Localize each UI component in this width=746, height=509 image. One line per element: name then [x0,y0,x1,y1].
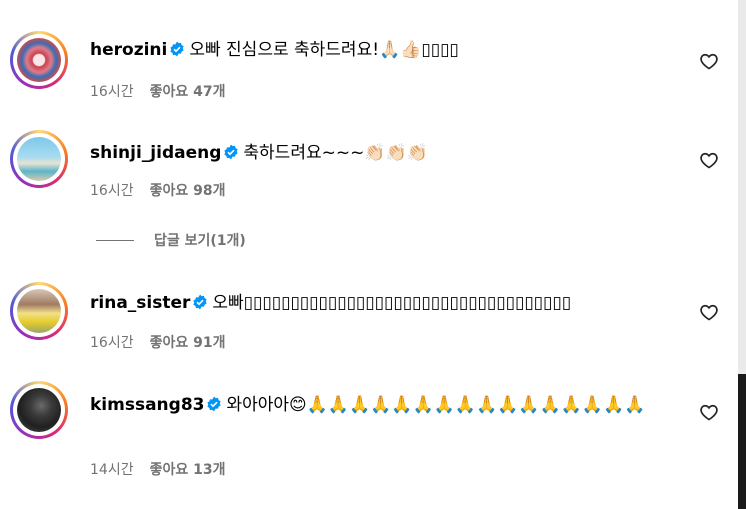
verified-badge-icon [207,396,222,412]
comment-likes[interactable]: 좋아요 91개 [150,335,226,351]
avatar[interactable] [10,381,68,439]
heart-outline-icon[interactable] [699,150,719,170]
comment-meta: 16시간 좋아요 47개 [90,81,241,101]
comment-time[interactable]: 16시간 [90,335,134,351]
comment-text: 축하드려요~~~👏🏻👏🏻👏🏻 [243,143,428,163]
comment-content: shinji_jidaeng 축하드려요~~~👏🏻👏🏻👏🏻 [90,139,668,168]
heart-outline-icon[interactable] [699,51,719,71]
comment-time[interactable]: 14시간 [90,462,134,478]
comment-text: 오빠▯▯▯▯▯▯▯▯▯▯▯▯▯▯▯▯▯▯▯▯▯▯▯▯▯▯▯▯▯▯▯▯▯▯▯ [212,293,572,313]
avatar[interactable] [10,282,68,340]
comment-likes[interactable]: 좋아요 47개 [150,84,226,100]
window-edge-dark [738,374,746,509]
view-replies-button[interactable]: 답글 보기(1개) [96,230,246,250]
comment-username[interactable]: herozini [90,40,167,60]
comment-content: rina_sister 오빠▯▯▯▯▯▯▯▯▯▯▯▯▯▯▯▯▯▯▯▯▯▯▯▯▯▯▯… [90,289,668,318]
comment-likes[interactable]: 좋아요 13개 [150,462,226,478]
comment-time[interactable]: 16시간 [90,84,134,100]
verified-badge-icon [170,41,184,57]
comment-meta: 16시간 좋아요 91개 [90,332,241,352]
view-replies-label[interactable]: 답글 보기(1개) [154,230,246,250]
heart-outline-icon[interactable] [699,402,719,422]
comment-time[interactable]: 16시간 [90,183,134,199]
comment-content: herozini 오빠 진심으로 축하드려요!🙏🏻👍🏻▯▯▯▯ [90,36,668,65]
avatar[interactable] [10,31,68,89]
heart-outline-icon[interactable] [699,302,719,322]
comment-username[interactable]: rina_sister [90,293,190,313]
comment-username[interactable]: shinji_jidaeng [90,143,221,163]
comment-content: kimssang83 와아아아😊🙏🙏🙏🙏🙏🙏🙏🙏🙏🙏🙏🙏🙏🙏🙏🙏 [90,391,668,420]
window-edge [738,0,746,509]
comment-meta: 14시간 좋아요 13개 [90,459,241,479]
replies-divider [96,239,134,241]
verified-badge-icon [224,144,239,160]
comment-likes[interactable]: 좋아요 98개 [150,183,226,199]
comment-username[interactable]: kimssang83 [90,395,204,415]
comment-meta: 16시간 좋아요 98개 [90,180,241,200]
comment-text: 와아아아😊🙏🙏🙏🙏🙏🙏🙏🙏🙏🙏🙏🙏🙏🙏🙏🙏 [226,395,646,415]
verified-badge-icon [193,294,207,310]
comment-text: 오빠 진심으로 축하드려요!🙏🏻👍🏻▯▯▯▯ [189,40,459,60]
avatar[interactable] [10,130,68,188]
